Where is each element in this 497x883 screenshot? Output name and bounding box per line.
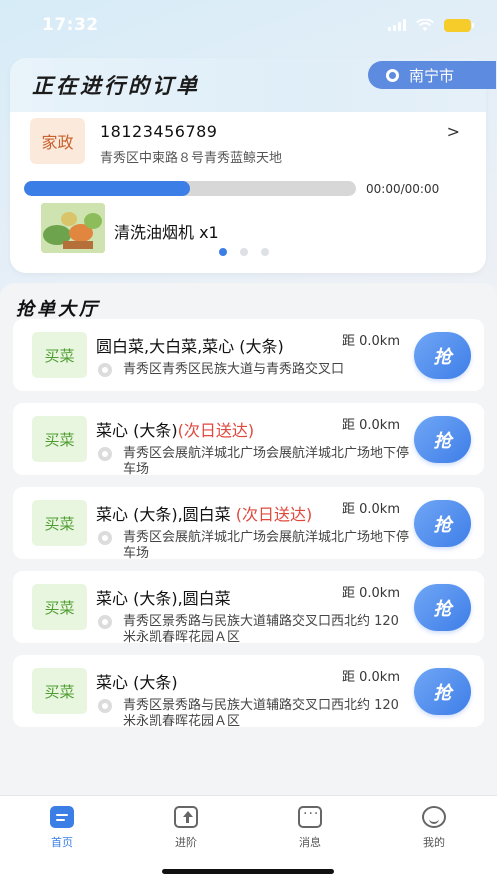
city-selector[interactable]: 南宁市 xyxy=(368,61,496,89)
pager-dot[interactable] xyxy=(261,248,269,256)
order-type-tag: 买菜 xyxy=(32,332,87,378)
order-card-distance: 距 0.0km xyxy=(342,334,400,349)
order-card-items: 圆白菜,大白菜,菜心 (大条) xyxy=(96,337,284,356)
home-icon xyxy=(50,806,74,828)
status-icons xyxy=(388,18,474,32)
home-indicator xyxy=(162,869,334,874)
order-progress-time: 00:00/00:00 xyxy=(366,182,440,196)
order-card[interactable]: 买菜 菜心 (大条),圆白菜 (次日送达) 距 0.0km 青秀区会展航洋城北广… xyxy=(13,487,484,561)
grab-order-button[interactable]: 抢 xyxy=(414,332,471,379)
order-card-title: 菜心 (大条) xyxy=(96,669,178,693)
tab-label: 进阶 xyxy=(175,836,197,849)
order-card-distance: 距 0.0km xyxy=(342,586,400,601)
order-card-address: 青秀区景秀路与民族大道辅路交叉口西北约 120 米永凯春晖花园Ａ区 xyxy=(123,698,399,729)
city-label: 南宁市 xyxy=(409,66,455,85)
order-card-address: 青秀区景秀路与民族大道辅路交叉口西北约 120 米永凯春晖花园Ａ区 xyxy=(123,614,399,645)
tab-label: 我的 xyxy=(423,836,445,849)
order-card-items: 菜心 (大条),圆白菜 xyxy=(96,589,231,608)
location-icon xyxy=(98,363,112,377)
message-icon xyxy=(298,806,322,828)
product-thumbnail xyxy=(41,203,105,253)
order-card-title: 菜心 (大条)(次日送达) xyxy=(96,417,254,441)
wifi-icon xyxy=(416,18,434,31)
grab-order-button[interactable]: 抢 xyxy=(414,584,471,631)
order-progress-fill xyxy=(24,181,190,196)
order-card[interactable]: 买菜 菜心 (大条) 距 0.0km 青秀区景秀路与民族大道辅路交叉口西北约 1… xyxy=(13,655,484,729)
status-time: 17:32 xyxy=(42,15,99,35)
location-icon xyxy=(98,447,112,461)
grab-order-button[interactable]: 抢 xyxy=(414,500,471,547)
order-product: 清洗油烟机 x1 xyxy=(114,223,219,242)
tab-label: 消息 xyxy=(299,836,321,849)
order-card-distance: 距 0.0km xyxy=(342,502,400,517)
order-address: 青秀区中柬路８号青秀蓝鲸天地 xyxy=(100,151,283,166)
location-icon xyxy=(98,615,112,629)
next-day-label: (次日送达) xyxy=(177,421,255,440)
tab-upgrade[interactable]: 进阶 xyxy=(156,806,216,850)
pager-dot[interactable] xyxy=(240,248,248,256)
location-pin-icon xyxy=(386,68,399,82)
tab-profile[interactable]: 我的 xyxy=(404,806,464,850)
order-card-title: 菜心 (大条),圆白菜 xyxy=(96,585,231,609)
order-type-tag: 买菜 xyxy=(32,500,87,546)
order-card-address: 青秀区会展航洋城北广场会展航洋城北广场地下停车场 xyxy=(123,446,410,477)
signal-icon xyxy=(388,19,406,31)
tab-messages[interactable]: 消息 xyxy=(280,806,340,850)
grab-order-button[interactable]: 抢 xyxy=(414,668,471,715)
order-card-title: 圆白菜,大白菜,菜心 (大条) xyxy=(96,333,284,357)
ongoing-order-panel: 正在进行的订单 南宁市 家政 18123456789 青秀区中柬路８号青秀蓝鲸天… xyxy=(10,58,496,273)
status-bar: 17:32 xyxy=(0,0,497,50)
carousel-pager xyxy=(219,248,269,256)
profile-icon xyxy=(422,806,446,828)
upgrade-icon xyxy=(174,806,198,828)
tab-home[interactable]: 首页 xyxy=(32,806,92,850)
order-card-address: 青秀区青秀区民族大道与青秀路交叉口 xyxy=(123,362,345,377)
next-day-label: (次日送达) xyxy=(235,505,313,524)
order-card[interactable]: 买菜 菜心 (大条)(次日送达) 距 0.0km 青秀区会展航洋城北广场会展航洋… xyxy=(13,403,484,477)
order-card[interactable]: 买菜 圆白菜,大白菜,菜心 (大条) 距 0.0km 青秀区青秀区民族大道与青秀… xyxy=(13,319,484,391)
location-icon xyxy=(98,699,112,713)
order-type-tag: 买菜 xyxy=(32,416,87,462)
order-card-items: 菜心 (大条),圆白菜 xyxy=(96,505,236,524)
order-phone: 18123456789 xyxy=(100,122,218,141)
order-type-tag: 买菜 xyxy=(32,668,87,714)
chevron-right-icon[interactable]: > xyxy=(447,122,460,141)
grab-order-button[interactable]: 抢 xyxy=(414,416,471,463)
order-hall-title: 抢单大厅 xyxy=(16,299,100,320)
battery-icon xyxy=(444,18,474,32)
order-type-tag: 买菜 xyxy=(32,584,87,630)
order-card-address: 青秀区会展航洋城北广场会展航洋城北广场地下停车场 xyxy=(123,530,410,561)
location-icon xyxy=(98,531,112,545)
order-card[interactable]: 买菜 菜心 (大条),圆白菜 距 0.0km 青秀区景秀路与民族大道辅路交叉口西… xyxy=(13,571,484,645)
ongoing-order-header: 正在进行的订单 南宁市 xyxy=(10,58,496,112)
order-card-distance: 距 0.0km xyxy=(342,670,400,685)
order-card-items: 菜心 (大条) xyxy=(96,421,178,440)
order-type-tag: 家政 xyxy=(30,118,85,164)
order-card-title: 菜心 (大条),圆白菜 (次日送达) xyxy=(96,501,312,525)
order-card-distance: 距 0.0km xyxy=(342,418,400,433)
ongoing-order-title: 正在进行的订单 xyxy=(32,74,200,98)
tab-label: 首页 xyxy=(51,836,73,849)
order-card-items: 菜心 (大条) xyxy=(96,673,178,692)
pager-dot[interactable] xyxy=(219,248,227,256)
order-progress-bar xyxy=(24,181,356,196)
